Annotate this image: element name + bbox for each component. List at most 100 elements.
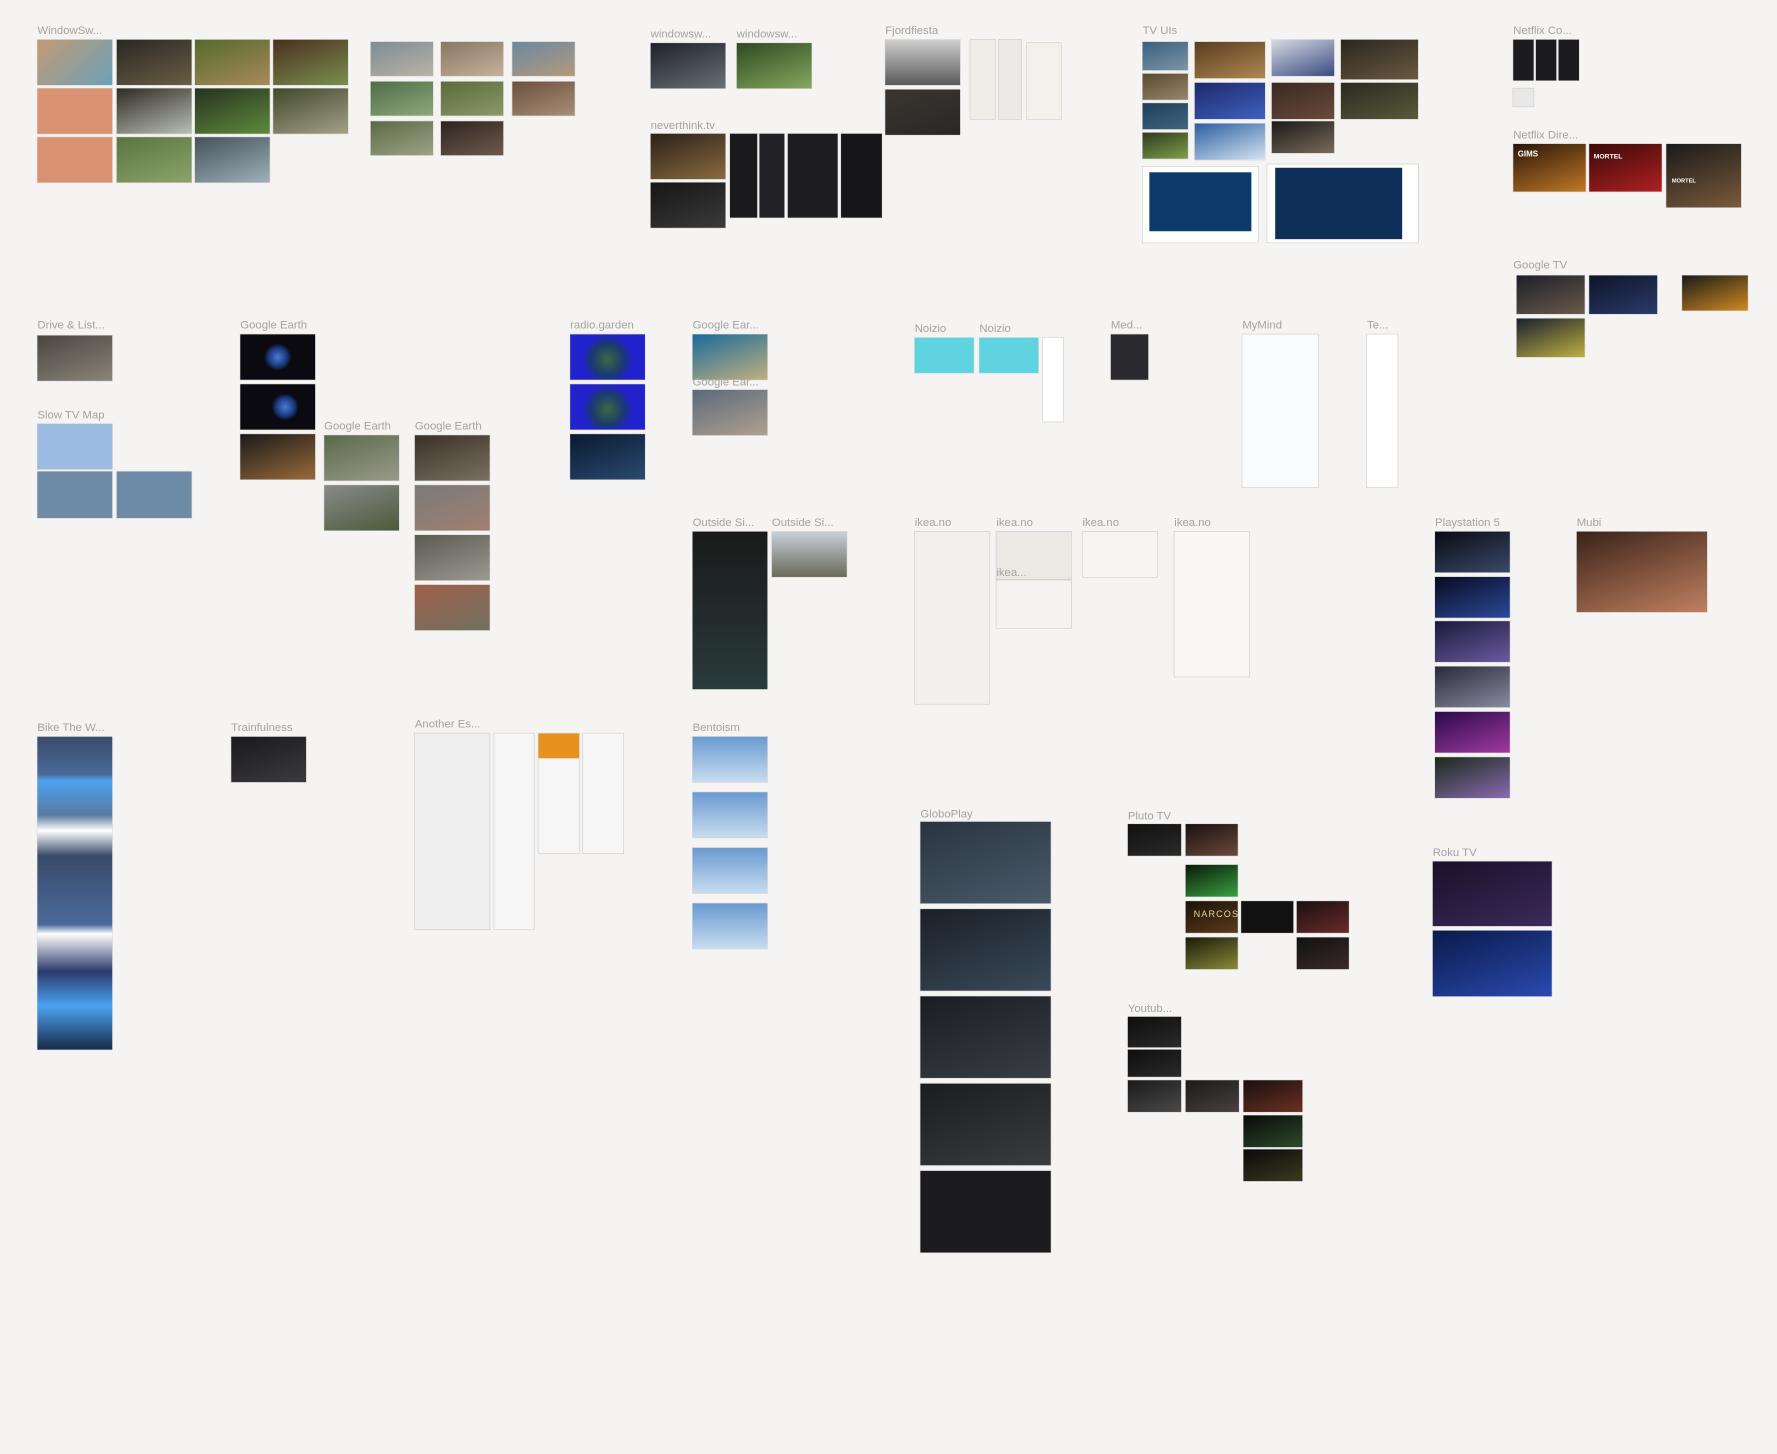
thumbnail-windowswap-15[interactable] — [440, 41, 504, 76]
group-label-drive-listen[interactable]: Drive & List... — [37, 320, 104, 334]
thumbnail-windowswap-2[interactable] — [37, 88, 113, 134]
thumbnail-slow-tv-map-1[interactable] — [37, 423, 113, 470]
thumbnail-google-earth-4[interactable] — [324, 435, 399, 481]
thumbnail-ikea-5[interactable] — [1174, 531, 1250, 677]
group-label-globoplay[interactable]: GloboPlay — [920, 808, 972, 822]
thumbnail-fjordfiesta-5[interactable] — [1026, 43, 1061, 120]
thumbnail-windowswap-17[interactable] — [440, 121, 504, 156]
group-label-noizio-2[interactable]: Noizio — [979, 323, 1011, 337]
group-label-slow-tv-map[interactable]: Slow TV Map — [37, 409, 104, 423]
group-label-playstation[interactable]: Playstation 5 — [1435, 517, 1500, 531]
group-label-windowswap[interactable]: WindowSw... — [37, 25, 102, 39]
thumbnail-windowswap-19[interactable] — [512, 81, 575, 116]
thumbnail-netflix-dire-2[interactable]: MORTEL — [1589, 143, 1662, 192]
thumbnail-another-es-4[interactable] — [582, 733, 624, 854]
thumbnail-trainfulness-1[interactable] — [231, 736, 307, 783]
thumbnail-netflix-co-1[interactable] — [1513, 39, 1534, 81]
thumbnail-google-earth-8[interactable] — [414, 535, 490, 581]
thumbnail-tv-uis-6[interactable] — [1194, 82, 1265, 120]
thumbnail-neverthink-3[interactable] — [729, 133, 758, 218]
thumbnail-tv-uis-9[interactable] — [1271, 82, 1335, 120]
thumbnail-ikea-1[interactable] — [914, 531, 990, 704]
thumbnail-windowswap-6[interactable] — [116, 137, 192, 183]
thumbnail-pluto-6[interactable] — [1296, 901, 1349, 933]
thumbnail-google-earth-7[interactable] — [414, 485, 490, 531]
group-label-tv-uis[interactable]: TV UIs — [1143, 25, 1178, 39]
thumbnail-windowswap-street[interactable] — [650, 43, 726, 89]
group-label-ikea-4[interactable]: ikea.no — [1174, 517, 1211, 531]
thumbnail-windowswap-9[interactable] — [194, 137, 270, 183]
group-label-ikea-2[interactable]: ikea.no — [996, 517, 1033, 531]
thumbnail-neverthink-5[interactable] — [787, 133, 838, 218]
thumbnail-windowswap-13[interactable] — [370, 81, 433, 116]
thumbnail-tv-uis-8[interactable] — [1271, 39, 1335, 76]
thumbnail-playstation-2[interactable] — [1435, 576, 1510, 618]
thumbnail-tv-uis-11[interactable] — [1340, 39, 1419, 80]
thumbnail-tv-uis-5[interactable] — [1194, 41, 1265, 79]
thumbnail-playstation-3[interactable] — [1435, 621, 1510, 662]
group-label-med[interactable]: Med... — [1111, 320, 1143, 334]
thumbnail-google-tv-1[interactable] — [1516, 275, 1585, 314]
thumbnail-ikea-4[interactable] — [1082, 531, 1158, 577]
thumbnail-pluto-5[interactable] — [1241, 901, 1294, 933]
thumbnail-globoplay-4[interactable] — [920, 1083, 1051, 1166]
group-label-outside-si-1[interactable]: Outside Si... — [693, 517, 755, 531]
thumbnail-windowswap-18[interactable] — [512, 41, 575, 76]
thumbnail-tv-uis-4[interactable] — [1142, 132, 1188, 159]
group-label-noizio-1[interactable]: Noizio — [915, 323, 947, 337]
thumbnail-tv-uis-2[interactable] — [1142, 73, 1188, 100]
thumbnail-playstation-5[interactable] — [1435, 711, 1510, 753]
thumbnail-google-ear-5[interactable] — [692, 389, 768, 436]
thumbnail-netflix-co-4[interactable] — [1513, 88, 1534, 107]
thumbnail-noizio-3[interactable] — [1042, 337, 1064, 422]
thumbnail-youtube-1[interactable] — [1127, 1016, 1182, 1048]
thumbnail-another-es-1[interactable] — [414, 733, 490, 930]
group-label-netflix-co[interactable]: Netflix Co... — [1513, 25, 1572, 39]
thumbnail-te-1[interactable] — [1367, 334, 1398, 488]
group-label-bike[interactable]: Bike The W... — [37, 722, 104, 736]
thumbnail-pluto-4[interactable]: NARCOS — [1185, 901, 1238, 933]
thumbnail-radio-garden-3[interactable] — [570, 434, 645, 480]
thumbnail-tv-uis-7[interactable] — [1194, 123, 1265, 160]
thumbnail-tv-uis-screen-1[interactable] — [1142, 166, 1259, 243]
thumbnail-windowswap-16[interactable] — [440, 81, 504, 116]
thumbnail-tv-uis-12[interactable] — [1340, 82, 1419, 120]
thumbnail-fjordfiesta-4[interactable] — [998, 39, 1022, 120]
thumbnail-neverthink-1[interactable] — [650, 133, 726, 180]
group-label-windowswap-2[interactable]: windowsw... — [651, 28, 711, 42]
thumbnail-windowswap-4[interactable] — [116, 39, 192, 86]
thumbnail-outside-si-1[interactable] — [692, 531, 768, 690]
thumbnail-google-earth-5[interactable] — [324, 485, 399, 531]
thumbnail-google-earth-globe-1[interactable] — [240, 334, 316, 380]
thumbnail-noizio-2[interactable] — [979, 337, 1039, 373]
thumbnail-pluto-3[interactable] — [1185, 864, 1238, 897]
group-label-pluto[interactable]: Pluto TV — [1128, 810, 1171, 824]
group-label-mubi[interactable]: Mubi — [1577, 517, 1602, 531]
thumbnail-playstation-1[interactable] — [1435, 531, 1510, 573]
thumbnail-windowswap-14[interactable] — [370, 121, 433, 156]
thumbnail-windowswap-12[interactable] — [370, 41, 433, 76]
group-label-ikea-3[interactable]: ikea.no — [1082, 517, 1119, 531]
thumbnail-radio-garden-2[interactable] — [570, 384, 645, 430]
thumbnail-netflix-dire-3[interactable]: MORTEL — [1666, 143, 1742, 208]
thumbnail-fjordfiesta-1[interactable] — [885, 39, 961, 86]
thumbnail-google-earth-globe-2[interactable] — [240, 384, 316, 430]
thumbnail-pluto-8[interactable] — [1296, 937, 1349, 970]
thumbnail-neverthink-4[interactable] — [759, 133, 785, 218]
thumbnail-youtube-5[interactable] — [1243, 1080, 1303, 1112]
thumbnail-windowswap-forest[interactable] — [736, 43, 812, 89]
group-label-te[interactable]: Te... — [1367, 320, 1388, 334]
thumbnail-slow-tv-map-2[interactable] — [37, 471, 113, 519]
thumbnail-slow-tv-map-3[interactable] — [116, 471, 192, 519]
thumbnail-pluto-2[interactable] — [1185, 824, 1238, 856]
thumbnail-tv-uis-screen-2[interactable] — [1267, 164, 1419, 243]
group-label-google-earth-2[interactable]: Google Earth — [324, 421, 391, 435]
thumbnail-bentoism-3[interactable] — [692, 847, 768, 894]
thumbnail-windowswap-1[interactable] — [37, 39, 113, 86]
thumbnail-youtube-6[interactable] — [1243, 1115, 1303, 1148]
thumbnail-globoplay-1[interactable] — [920, 821, 1051, 904]
thumbnail-bentoism-1[interactable] — [692, 736, 768, 783]
thumbnail-netflix-co-2[interactable] — [1535, 39, 1557, 81]
thumbnail-pluto-1[interactable] — [1127, 824, 1182, 856]
thumbnail-ikea-3[interactable] — [996, 580, 1072, 628]
